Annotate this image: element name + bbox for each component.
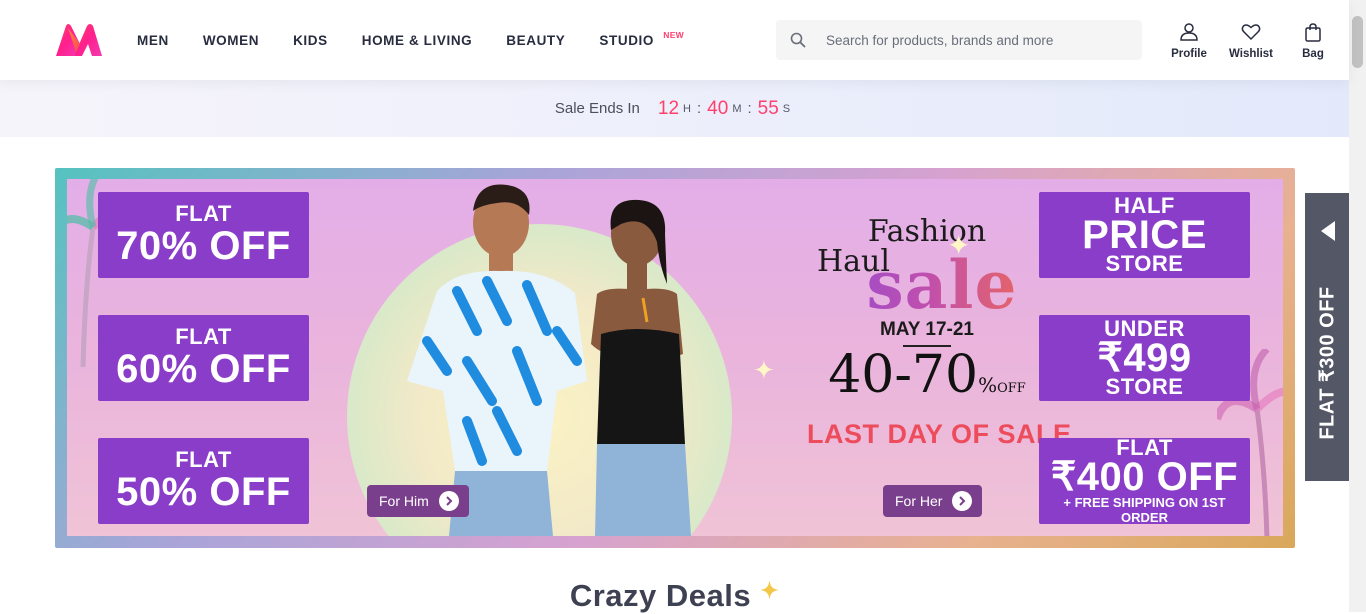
page-scrollbar[interactable]: [1349, 0, 1366, 612]
timer-minutes-unit: M: [732, 102, 742, 115]
timer-colon: :: [747, 100, 752, 117]
hero-banner[interactable]: FLAT 70% OFF FLAT 60% OFF FLAT 50% OFF F…: [55, 168, 1295, 548]
sparkle-icon: ✦: [947, 230, 971, 261]
section-title-text: Crazy Deals: [569, 578, 752, 613]
nav-men[interactable]: MEN: [120, 0, 186, 80]
nav-studio[interactable]: STUDIO NEW: [582, 0, 688, 80]
myntra-logo[interactable]: [54, 22, 104, 58]
nav-beauty-label: BEAUTY: [506, 32, 566, 48]
chevron-right-icon: [952, 491, 973, 511]
female-model-image: [591, 199, 691, 536]
headline-fashion: Fashion: [867, 214, 987, 249]
sparkle-icon: ✦: [753, 355, 775, 385]
sale-timer: Sale Ends In 12 H : 40 M : 55 S: [0, 80, 1349, 137]
offer-line2: ₹400 OFF: [1050, 455, 1239, 499]
nav-studio-label: STUDIO: [599, 32, 654, 48]
nav-men-label: MEN: [137, 32, 169, 48]
person-icon: [1180, 23, 1198, 41]
nav-kids[interactable]: KIDS: [276, 0, 345, 80]
profile-button[interactable]: Profile: [1160, 22, 1218, 60]
offer-under-499-store[interactable]: UNDER ₹499 STORE: [1039, 315, 1250, 401]
offer-flat-50[interactable]: FLAT 50% OFF: [98, 438, 309, 524]
for-her-label: For Her: [895, 493, 943, 509]
percent-sign: %: [978, 373, 998, 397]
heart-icon: [1241, 24, 1261, 41]
bag-button[interactable]: Bag: [1284, 22, 1342, 60]
offer-line1: FLAT: [175, 324, 232, 349]
offer-line2: PRICE: [1082, 213, 1207, 257]
offer-half-price-store[interactable]: HALF PRICE STORE: [1039, 192, 1250, 278]
profile-label: Profile: [1171, 48, 1207, 60]
wishlist-button[interactable]: Wishlist: [1222, 22, 1280, 60]
offer-line3: STORE: [1105, 374, 1184, 399]
for-him-button[interactable]: For Him: [367, 485, 469, 517]
nav-women-label: WOMEN: [202, 32, 260, 48]
main-nav: MEN WOMEN KIDS HOME & LIVING BEAUTY STUD…: [120, 0, 688, 80]
wishlist-label: Wishlist: [1229, 48, 1273, 60]
timer-seconds-unit: S: [782, 102, 791, 115]
flat-300-off-side-tab[interactable]: FLAT ₹300 OFF: [1305, 193, 1349, 481]
nav-women[interactable]: WOMEN: [186, 0, 276, 80]
bag-icon: [1305, 23, 1321, 42]
timer-minutes: 40: [707, 97, 729, 119]
timer-seconds: 55: [757, 97, 779, 119]
scrollbar-thumb[interactable]: [1352, 16, 1363, 68]
nav-kids-label: KIDS: [293, 32, 328, 48]
discount-range: 40-70%OFF: [807, 347, 1047, 417]
offer-flat-400[interactable]: FLAT ₹400 OFF + FREE SHIPPING ON 1ST ORD…: [1039, 437, 1250, 525]
for-her-button[interactable]: For Her: [883, 485, 983, 517]
sale-headline: Fashion Haul sale MAY 17-21 40-70%OFF LA…: [807, 214, 1072, 450]
timer-colon: :: [697, 100, 702, 117]
site-header: MEN WOMEN KIDS HOME & LIVING BEAUTY STUD…: [0, 0, 1349, 80]
sale-ends-label: Sale Ends In: [554, 100, 640, 117]
offer-line1: FLAT: [175, 201, 232, 226]
offer-flat-70[interactable]: FLAT 70% OFF: [98, 192, 309, 278]
offer-line3: STORE: [1105, 251, 1184, 276]
timer-hours: 12: [657, 97, 680, 119]
last-day-label: LAST DAY OF SALE: [807, 419, 1072, 449]
offer-line2: 60% OFF: [116, 347, 291, 391]
chevron-right-icon: [438, 491, 459, 511]
crazy-deals-title: Crazy Deals ✦: [0, 578, 1349, 614]
sparkle-icon: ✦: [760, 578, 780, 603]
offer-line2: 50% OFF: [116, 470, 291, 514]
banner-canvas: FLAT 70% OFF FLAT 60% OFF FLAT 50% OFF F…: [67, 179, 1283, 536]
bag-label: Bag: [1302, 48, 1324, 60]
nav-beauty[interactable]: BEAUTY: [489, 0, 582, 80]
for-him-label: For Him: [379, 493, 429, 509]
new-badge: NEW: [663, 30, 684, 40]
search-input[interactable]: [820, 32, 1120, 48]
offer-flat-60[interactable]: FLAT 60% OFF: [98, 315, 309, 401]
off-label: OFF: [997, 381, 1026, 396]
search-bar[interactable]: [776, 20, 1142, 60]
header-actions: Profile Wishlist Bag: [1160, 22, 1346, 60]
offer-line2: 70% OFF: [116, 224, 291, 268]
offer-line1: FLAT: [175, 447, 232, 472]
nav-home-living[interactable]: HOME & LIVING: [345, 0, 490, 80]
side-tab-label: FLAT ₹300 OFF: [1316, 286, 1339, 440]
offer-line3: + FREE SHIPPING ON 1ST ORDER: [1063, 495, 1226, 525]
nav-home-living-label: HOME & LIVING: [361, 32, 473, 48]
search-icon[interactable]: [776, 20, 820, 60]
timer-hours-unit: H: [683, 102, 691, 115]
offer-line2: ₹499: [1097, 336, 1192, 380]
discount-range-value: 40-70: [828, 345, 979, 405]
caret-left-icon: [1321, 221, 1335, 241]
